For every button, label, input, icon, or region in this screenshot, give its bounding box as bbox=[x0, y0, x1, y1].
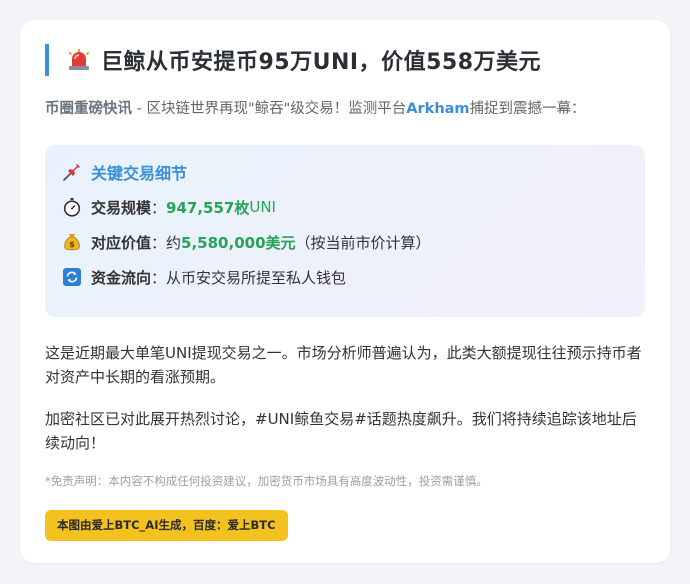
body-paragraph-2: 加密社区已对此展开热烈讨论，#UNI鲸鱼交易#话题热度飙升。我们将持续追踪该地址… bbox=[45, 410, 637, 452]
siren-icon bbox=[67, 49, 91, 71]
details-heading: 关键交易细节 bbox=[62, 161, 628, 183]
stopwatch-icon bbox=[62, 197, 82, 217]
svg-text:$: $ bbox=[69, 240, 75, 249]
value-prefix: 约 bbox=[166, 233, 182, 252]
value-label: 对应价值 bbox=[91, 233, 152, 252]
money-bag-icon: $ bbox=[62, 232, 82, 252]
details-box: 关键交易细节 交易规模： 947,557枚 UNI $ 对应价值 ： 约 5,5… bbox=[45, 145, 645, 317]
disclaimer: *免责声明：本内容不构成任何投资建议，加密货币市场具有高度波动性，投资需谨慎。 bbox=[45, 474, 488, 488]
scale-separator: ： bbox=[151, 198, 167, 217]
flow-value: 从币安交易所提至私人钱包 bbox=[166, 268, 347, 287]
news-tag: 币圈重磅快讯 bbox=[45, 101, 132, 117]
flow-label: 资金流向 bbox=[91, 268, 152, 287]
scale-value: 947,557枚 bbox=[166, 198, 250, 217]
title-row: 巨鲸从币安提币95万UNI，价值558万美元 bbox=[45, 44, 645, 76]
lead-paragraph: 币圈重磅快讯 - 区块链世界再现"鲸吞"级交易！监测平台Arkham捕捉到震撼一… bbox=[45, 98, 645, 120]
refresh-icon bbox=[62, 267, 82, 287]
value-amount: 5,580,000美元 bbox=[181, 233, 296, 252]
body-paragraph-1: 这是近期最大单笔UNI提现交易之一。市场分析师普遍认为，此类大额提现往往预示持币… bbox=[45, 344, 642, 386]
detail-scale: 交易规模： 947,557枚 UNI bbox=[62, 196, 628, 218]
flow-separator: ： bbox=[151, 268, 167, 287]
scale-unit: UNI bbox=[249, 198, 276, 216]
generator-badge: 本图由爱上BTC_AI生成，百度：爱上BTC bbox=[45, 510, 288, 541]
pushpin-icon bbox=[62, 162, 82, 182]
scale-label: 交易规模 bbox=[91, 198, 152, 217]
detail-flow: 资金流向：从币安交易所提至私人钱包 bbox=[62, 266, 628, 288]
lead-text-after: 捕捉到震撼一幕： bbox=[469, 101, 586, 117]
value-note: （按当前市价计算） bbox=[295, 233, 431, 252]
value-separator: ： bbox=[151, 233, 167, 252]
brand-name: Arkham bbox=[406, 101, 470, 117]
details-heading-text: 关键交易细节 bbox=[91, 164, 188, 183]
detail-value: $ 对应价值：约 5,580,000美元 （按当前市价计算） bbox=[62, 231, 628, 253]
article-card: 巨鲸从币安提币95万UNI，价值558万美元 币圈重磅快讯 - 区块链世界再现"… bbox=[20, 20, 670, 563]
page-title: 巨鲸从币安提币95万UNI，价值558万美元 bbox=[101, 50, 542, 75]
lead-text-before: - 区块链世界再现"鲸吞"级交易！监测平台 bbox=[132, 101, 407, 117]
